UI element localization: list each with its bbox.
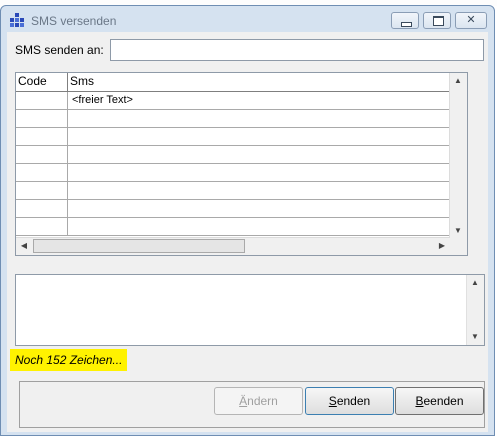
change-label: ndern <box>247 394 278 408</box>
sms-dialog: SMS versenden ✕ SMS senden an: Code Sms … <box>0 5 495 436</box>
title-bar[interactable]: SMS versenden ✕ <box>1 6 494 32</box>
table-row[interactable] <box>16 200 467 218</box>
character-counter: Noch 152 Zeichen... <box>10 349 128 371</box>
row-code <box>16 164 68 182</box>
send-mnemonic: S <box>328 394 337 408</box>
row-sms: <freier Text> <box>72 94 133 106</box>
change-mnemonic: Ä <box>239 394 248 408</box>
table-row[interactable] <box>16 110 467 128</box>
table-row[interactable]: <freier Text> <box>16 92 467 110</box>
row-code <box>16 92 68 110</box>
row-code <box>16 200 68 218</box>
maximize-button[interactable] <box>423 12 451 29</box>
quit-label: eenden <box>423 394 464 408</box>
message-vertical-scrollbar[interactable]: ▲ ▼ <box>466 275 484 345</box>
window-title: SMS versenden <box>31 14 117 28</box>
grid-header: Code Sms <box>16 73 467 92</box>
scroll-down-icon[interactable]: ▼ <box>450 223 466 239</box>
scroll-up-icon[interactable]: ▲ <box>467 275 483 291</box>
row-code <box>16 110 68 128</box>
row-code <box>16 128 68 146</box>
scroll-up-icon[interactable]: ▲ <box>450 73 466 89</box>
dialog-body: SMS senden an: Code Sms <freier Text> ▲ … <box>7 32 488 432</box>
close-button[interactable]: ✕ <box>455 12 487 29</box>
quit-button[interactable]: Beenden <box>395 387 484 415</box>
table-row[interactable] <box>16 146 467 164</box>
message-textarea[interactable]: ▲ ▼ <box>15 274 485 346</box>
recipient-label: SMS senden an: <box>15 43 104 57</box>
grid-horizontal-scrollbar[interactable]: ◀ ▶ <box>16 237 450 255</box>
table-row[interactable] <box>16 164 467 182</box>
scroll-right-icon[interactable]: ▶ <box>434 238 450 254</box>
row-code <box>16 218 68 236</box>
sms-template-grid[interactable]: Code Sms <freier Text> ▲ ▼ ◀ ▶ <box>15 72 468 256</box>
recipient-input[interactable] <box>110 39 484 61</box>
row-code <box>16 182 68 200</box>
app-grid-icon <box>10 13 24 27</box>
minimize-icon <box>401 22 412 27</box>
scroll-left-icon[interactable]: ◀ <box>16 238 32 254</box>
scrollbar-corner <box>450 238 467 255</box>
table-row[interactable] <box>16 182 467 200</box>
send-button[interactable]: Senden <box>305 387 394 415</box>
minimize-button[interactable] <box>391 12 419 29</box>
column-header-sms[interactable]: Sms <box>68 73 465 91</box>
change-button[interactable]: Ändern <box>214 387 303 415</box>
close-icon: ✕ <box>466 14 476 26</box>
table-row[interactable] <box>16 218 467 236</box>
send-label: enden <box>336 394 371 408</box>
table-row[interactable] <box>16 128 467 146</box>
scroll-thumb[interactable] <box>33 239 245 253</box>
row-code <box>16 146 68 164</box>
column-header-code[interactable]: Code <box>16 73 68 91</box>
scroll-down-icon[interactable]: ▼ <box>467 329 483 345</box>
grid-vertical-scrollbar[interactable]: ▲ ▼ <box>449 73 467 239</box>
maximize-icon <box>433 16 444 26</box>
